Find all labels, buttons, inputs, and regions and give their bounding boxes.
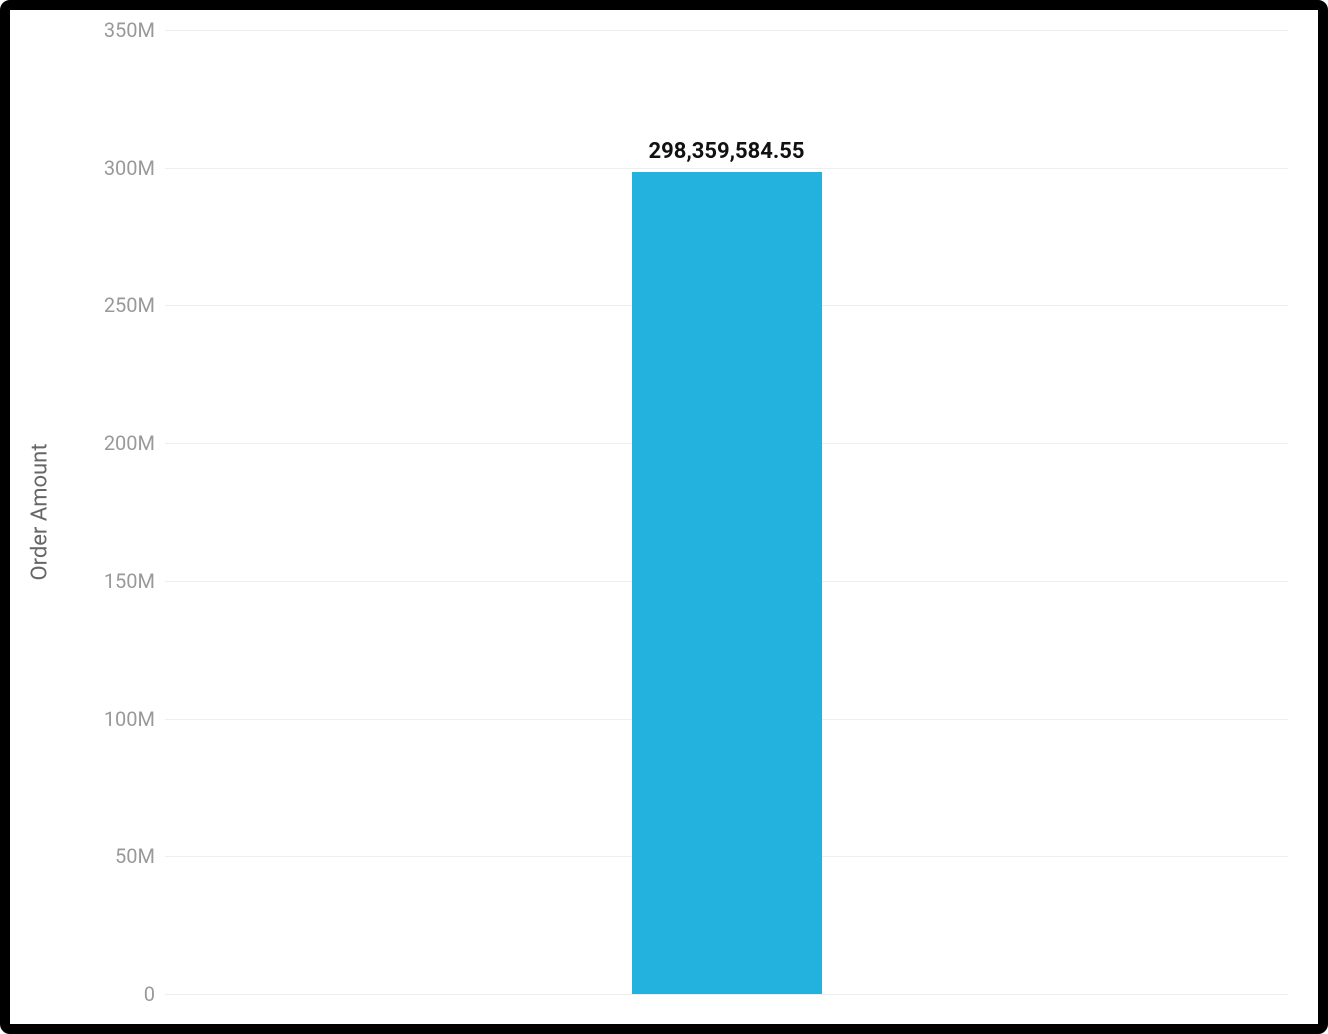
bar-value-label: 298,359,584.55: [648, 139, 804, 164]
plot-area: 050M100M150M200M250M300M350M298,359,584.…: [165, 30, 1288, 994]
y-tick-label: 150M: [104, 569, 155, 593]
bar[interactable]: 298,359,584.55: [632, 172, 822, 994]
side-handle-bottom[interactable]: [1308, 580, 1318, 620]
y-tick-label: 350M: [104, 18, 155, 42]
y-tick-label: 200M: [104, 431, 155, 455]
side-handle-top[interactable]: [1308, 240, 1318, 280]
y-axis-label: Order Amount: [28, 443, 53, 580]
chart-frame: Order Amount 050M100M150M200M250M300M350…: [0, 0, 1328, 1034]
y-tick-label: 250M: [104, 293, 155, 317]
y-tick-label: 300M: [104, 156, 155, 180]
chart-area: Order Amount 050M100M150M200M250M300M350…: [70, 30, 1288, 994]
gridline: [165, 30, 1288, 31]
gridline: [165, 168, 1288, 169]
y-tick-label: 0: [144, 982, 155, 1006]
y-tick-label: 100M: [104, 707, 155, 731]
y-tick-label: 50M: [115, 844, 155, 868]
gridline: [165, 994, 1288, 995]
